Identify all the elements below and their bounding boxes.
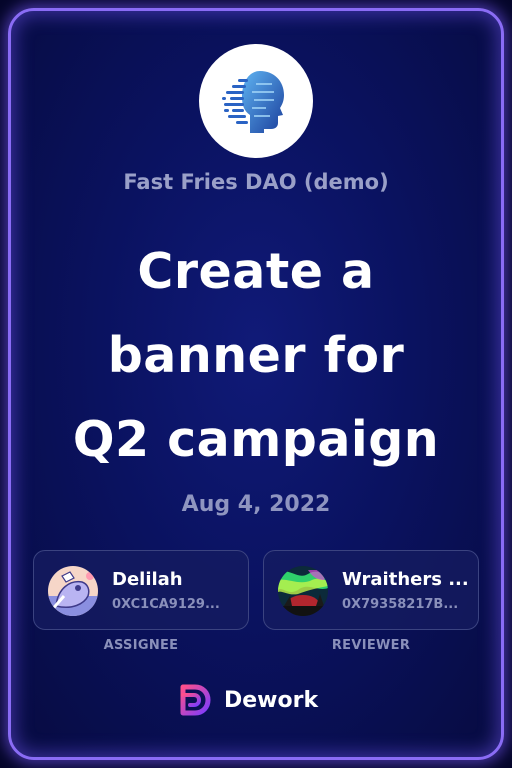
task-title-line-2: banner for	[107, 327, 405, 384]
reviewer-role-label: REVIEWER	[331, 638, 411, 653]
assignee-name: Delilah	[112, 569, 183, 590]
org-logo	[199, 44, 313, 158]
cartoon-avatar-icon	[48, 566, 98, 616]
ai-face-icon	[222, 71, 284, 133]
dework-brand-name: Dework	[224, 687, 319, 713]
dework-logo-icon	[180, 684, 211, 716]
aurora-avatar-icon	[278, 566, 328, 616]
task-date: Aug 4, 2022	[181, 492, 331, 517]
task-title: Create a banner for Q2 campaign	[20, 230, 492, 482]
org-name: Fast Fries DAO (demo)	[123, 170, 389, 194]
reviewer-card[interactable]: Wraithers ... 0X79358217B...	[263, 550, 479, 630]
reviewer-avatar	[278, 566, 328, 616]
assignee-avatar	[48, 566, 98, 616]
dework-brand[interactable]: Dework	[178, 683, 318, 717]
reviewer-name: Wraithers ...	[342, 569, 469, 590]
assignee-address: 0XC1CA9129...	[112, 597, 220, 612]
assignee-role-label: ASSIGNEE	[103, 638, 179, 653]
reviewer-address: 0X79358217B...	[342, 597, 459, 612]
task-title-line-1: Create a	[137, 243, 375, 300]
assignee-card[interactable]: Delilah 0XC1CA9129...	[33, 550, 249, 630]
task-title-line-3: Q2 campaign	[72, 411, 440, 468]
